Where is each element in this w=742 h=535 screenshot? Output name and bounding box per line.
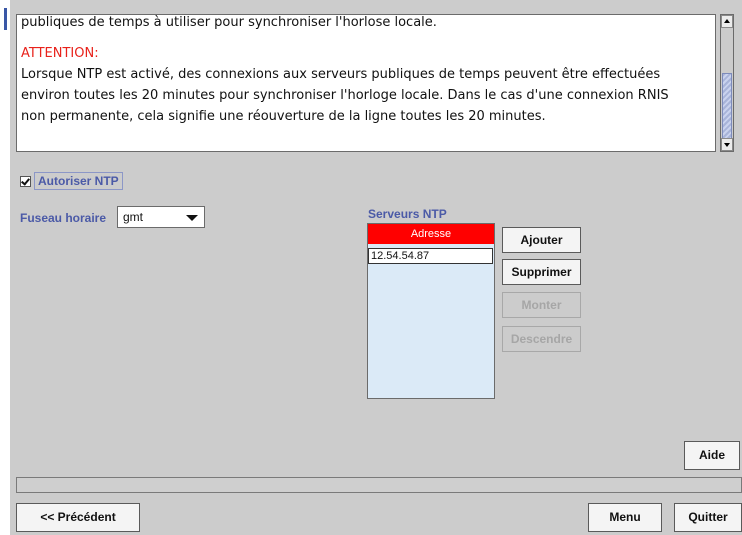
info-text-content: publiques de temps à utiliser pour synch… [21, 15, 711, 127]
remove-server-button[interactable]: Supprimer [502, 259, 581, 285]
timezone-selected-value: gmt [123, 210, 144, 224]
info-line: environ toutes les 20 minutes pour synch… [21, 88, 669, 103]
enable-ntp-label: Autoriser NTP [34, 172, 123, 190]
info-scrollbar[interactable] [720, 14, 734, 152]
window-left-edge [0, 0, 10, 535]
info-text-area[interactable]: publiques de temps à utiliser pour synch… [16, 14, 716, 152]
ntp-settings-panel: publiques de temps à utiliser pour synch… [10, 0, 742, 535]
help-button[interactable]: Aide [684, 441, 740, 470]
add-server-button[interactable]: Ajouter [502, 227, 581, 253]
scroll-up-arrow-icon[interactable] [721, 15, 733, 28]
scroll-down-arrow-icon[interactable] [721, 138, 733, 151]
address-column-header[interactable]: Adresse [368, 224, 494, 244]
timezone-label: Fuseau horaire [20, 211, 107, 225]
menu-button[interactable]: Menu [588, 503, 662, 532]
quit-button[interactable]: Quitter [674, 503, 742, 532]
server-row[interactable]: 12.54.54.87 [368, 248, 493, 264]
move-down-button[interactable]: Descendre [502, 326, 581, 352]
move-up-button[interactable]: Monter [502, 292, 581, 318]
chevron-down-icon [186, 215, 198, 221]
window-edge-accent [4, 8, 7, 30]
enable-ntp-checkbox[interactable]: Autoriser NTP [20, 172, 123, 190]
checkbox-checked-icon[interactable] [20, 175, 31, 187]
scroll-thumb[interactable] [722, 73, 732, 139]
info-line: non permanente, cela signifie une réouve… [21, 109, 546, 124]
status-bar [16, 477, 742, 493]
info-line: publiques de temps à utiliser pour synch… [21, 15, 437, 30]
previous-button[interactable]: << Précédent [16, 503, 140, 532]
info-line: Lorsque NTP est activé, des connexions a… [21, 67, 661, 82]
info-spacer [21, 33, 711, 43]
ntp-servers-list[interactable]: Adresse 12.54.54.87 [367, 223, 495, 399]
ntp-servers-title: Serveurs NTP [368, 207, 447, 221]
timezone-select[interactable]: gmt [117, 206, 205, 228]
warning-heading: ATTENTION: [21, 46, 99, 61]
